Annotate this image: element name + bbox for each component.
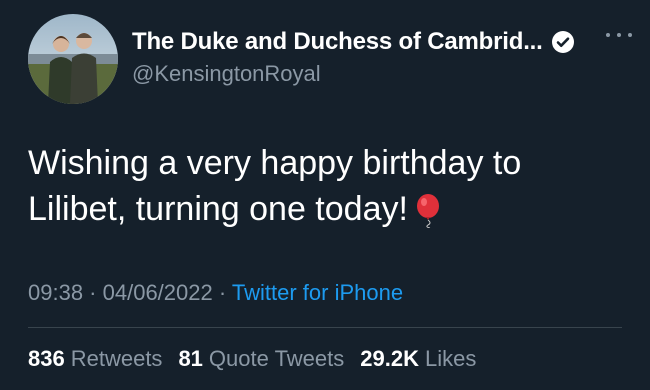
- likes-count: 29.2K: [360, 346, 419, 371]
- meta-separator: ·: [212, 280, 232, 305]
- tweet-text-line1: Wishing a very happy birthday to: [28, 144, 522, 182]
- retweets-label: Retweets: [70, 346, 163, 371]
- likes-label: Likes: [424, 346, 477, 371]
- tweet-date[interactable]: 04/06/2022: [103, 280, 213, 305]
- author-name-row[interactable]: The Duke and Duchess of Cambrid...: [132, 28, 575, 56]
- tweet-text-line2: Lilibet, turning one today!: [28, 190, 408, 228]
- verified-badge-icon: [551, 31, 574, 53]
- retweets-stat[interactable]: 836 Retweets: [28, 346, 162, 372]
- tweet-meta: 09:38 · 04/06/2022 · Twitter for iPhone: [28, 280, 403, 306]
- tweet-time[interactable]: 09:38: [28, 280, 83, 305]
- retweets-count: 836: [28, 346, 65, 371]
- divider: [28, 327, 622, 328]
- quote-tweets-label: Quote Tweets: [208, 346, 345, 371]
- tweet-source-link[interactable]: Twitter for iPhone: [232, 280, 403, 305]
- tweet-card: The Duke and Duchess of Cambrid... @Kens…: [0, 0, 650, 390]
- author-handle[interactable]: @KensingtonRoyal: [132, 61, 321, 87]
- avatar-photo: [28, 14, 118, 104]
- more-options-icon[interactable]: [606, 28, 632, 42]
- quote-tweets-count: 81: [178, 346, 203, 371]
- tweet-text: Wishing a very happy birthday to Lilibet…: [28, 140, 618, 232]
- author-display-name[interactable]: The Duke and Duchess of Cambrid...: [132, 28, 543, 56]
- meta-separator: ·: [83, 280, 103, 305]
- likes-stat[interactable]: 29.2K Likes: [360, 346, 476, 372]
- quote-tweets-stat[interactable]: 81 Quote Tweets: [178, 346, 344, 372]
- avatar[interactable]: [28, 14, 118, 104]
- balloon-icon: [416, 194, 439, 228]
- tweet-stats: 836 Retweets 81 Quote Tweets 29.2K Likes: [28, 346, 476, 372]
